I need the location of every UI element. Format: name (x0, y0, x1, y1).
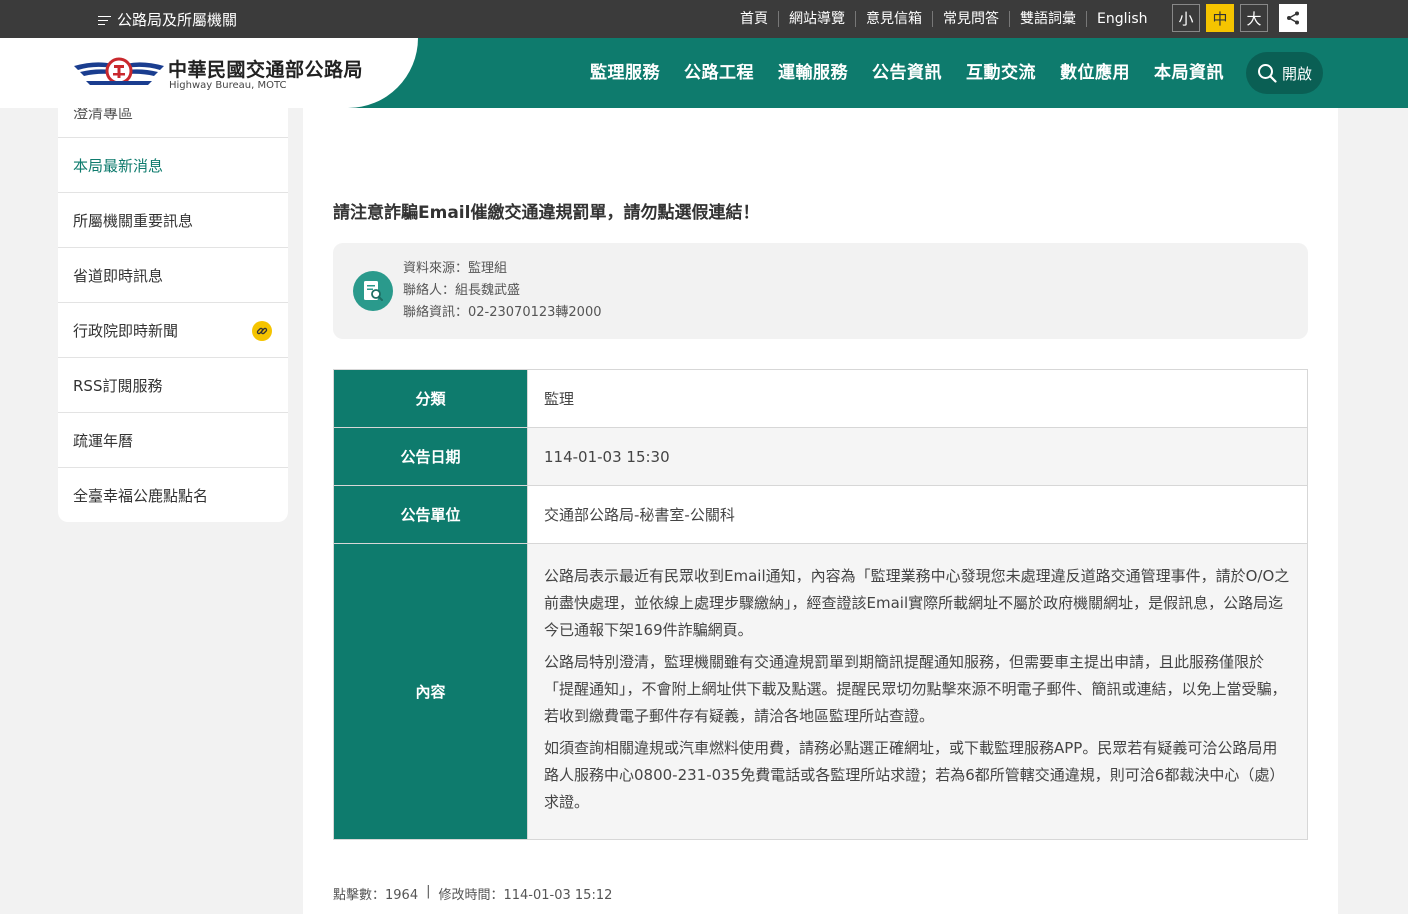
table-row: 內容 公路局表示最近有民眾收到Email通知，內容為「監理業務中心發現您未處理違… (333, 543, 1308, 840)
sitemap-link[interactable]: 網站導覽 (779, 11, 856, 27)
share-button[interactable] (1279, 4, 1307, 32)
content-header: 內容 (333, 543, 528, 840)
font-size-large-button[interactable]: 大 (1240, 4, 1268, 32)
sidebar-item-label: 澄清專區 (73, 108, 134, 122)
table-row: 分類 監理 (333, 369, 1308, 428)
modified-time: 修改時間：114-01-03 15:12 (438, 888, 613, 903)
unit-value: 交通部公路局-秘書室-公關科 (527, 485, 1308, 544)
agency-menu-label: 公路局及所屬機關 (117, 11, 238, 29)
share-icon (1287, 11, 1299, 25)
meta-separator: | (426, 884, 431, 899)
category-value: 監理 (527, 369, 1308, 428)
sidebar-item-label: 全臺幸福公鹿點點名 (73, 487, 209, 505)
search-icon (1257, 64, 1277, 83)
content-paragraph: 公路局特別澄清，監理機關雖有交通違規罰單到期簡訊提醒通知服務，但需要車主提出申請… (544, 652, 1287, 725)
table-row: 公告日期 114-01-03 15:30 (333, 427, 1308, 486)
info-source: 資料來源：監理組 (403, 261, 508, 276)
unit-header: 公告單位 (333, 485, 528, 544)
main-navigation: 監理服務 公路工程 運輸服務 公告資訊 互動交流 數位應用 本局資訊 (578, 38, 1236, 108)
utility-links: 首頁 網站導覽 意見信箱 常見問答 雙語詞彙 English (730, 0, 1158, 38)
info-contact: 聯絡人：組長魏武盛 (403, 283, 521, 298)
nav-digital-apps[interactable]: 數位應用 (1048, 38, 1142, 108)
sidebar-item-transport-calendar[interactable]: 疏運年曆 (58, 413, 288, 468)
content-value: 公路局表示最近有民眾收到Email通知，內容為「監理業務中心發現您未處理違反道路… (527, 543, 1308, 840)
font-size-medium-button[interactable]: 中 (1206, 4, 1234, 32)
nav-transport-services[interactable]: 運輸服務 (766, 38, 860, 108)
source-info-box: 資料來源：監理組 聯絡人：組長魏武盛 聯絡資訊：02-23070123轉2000 (333, 243, 1308, 339)
glossary-link[interactable]: 雙語詞彙 (1010, 11, 1087, 27)
feedback-link[interactable]: 意見信箱 (856, 11, 933, 27)
article-title: 請注意詐騙Email催繳交通違規罰單，請勿點選假連結！ (333, 203, 760, 223)
menu-icon (98, 15, 111, 25)
home-link[interactable]: 首頁 (730, 11, 779, 27)
site-logo-chinese: 中華民國交通部公路局 (168, 59, 364, 81)
site-header: 中華民國交通部公路局 Highway Bureau, MOTC 監理服務 公路工… (0, 38, 1408, 108)
nav-bureau-info[interactable]: 本局資訊 (1142, 38, 1236, 108)
sidebar-item-label: RSS訂閱服務 (73, 376, 163, 395)
main-content: 請注意詐騙Email催繳交通違規罰單，請勿點選假連結！ 資料來源：監理組 聯絡人… (303, 108, 1338, 914)
sidebar-item-affiliated-news[interactable]: 所屬機關重要訊息 (58, 193, 288, 248)
sidebar-item-label: 省道即時訊息 (73, 266, 164, 285)
document-search-icon (353, 271, 393, 311)
sidebar-item-label: 行政院即時新聞 (73, 321, 179, 340)
top-utility-bar: 公路局及所屬機關 首頁 網站導覽 意見信箱 常見問答 雙語詞彙 English … (0, 0, 1408, 38)
content-paragraph: 公路局表示最近有民眾收到Email通知，內容為「監理業務中心發現您未處理違反道路… (544, 566, 1290, 639)
sidebar-item-executive-yuan-news[interactable]: 行政院即時新聞 (58, 303, 288, 358)
nav-highway-engineering[interactable]: 公路工程 (672, 38, 766, 108)
sidebar-item-clarification[interactable]: 澄清專區 (58, 108, 288, 138)
announcement-detail-table: 分類 監理 公告日期 114-01-03 15:30 公告單位 交通部公路局-秘… (333, 369, 1308, 840)
nav-interaction[interactable]: 互動交流 (954, 38, 1048, 108)
sidebar-menu: 澄清專區 本局最新消息 所屬機關重要訊息 省道即時訊息 行政院即時新聞 RSS訂… (58, 108, 288, 522)
category-header: 分類 (333, 369, 528, 428)
sidebar-item-provincial-road-info[interactable]: 省道即時訊息 (58, 248, 288, 303)
sidebar-item-rss[interactable]: RSS訂閱服務 (58, 358, 288, 413)
english-link[interactable]: English (1087, 11, 1158, 27)
search-open-label: 開啟 (1281, 64, 1312, 83)
search-open-button[interactable]: 開啟 (1246, 52, 1323, 94)
sidebar-item-label: 所屬機關重要訊息 (73, 211, 194, 230)
external-link-icon (252, 321, 272, 341)
sidebar-item-label: 本局最新消息 (73, 156, 164, 175)
sidebar-item-happy-deer[interactable]: 全臺幸福公鹿點點名 (58, 468, 288, 522)
nav-supervision-services[interactable]: 監理服務 (578, 38, 672, 108)
table-row: 公告單位 交通部公路局-秘書室-公關科 (333, 485, 1308, 544)
sidebar-item-label: 疏運年曆 (73, 431, 134, 450)
agency-menu-button[interactable]: 公路局及所屬機關 (98, 9, 237, 30)
content-paragraph: 如須查詢相關違規或汽車燃料使用費，請務必點選正確網址，或下載監理服務APP。民眾… (544, 738, 1285, 811)
article-meta: 點擊數：1964 | 修改時間：114-01-03 15:12 (333, 884, 612, 903)
sidebar-item-latest-news[interactable]: 本局最新消息 (58, 138, 288, 193)
click-count: 點擊數：1964 (333, 888, 419, 903)
faq-link[interactable]: 常見問答 (933, 11, 1010, 27)
info-contact-details: 聯絡資訊：02-23070123轉2000 (403, 305, 602, 320)
site-logo[interactable]: 中華民國交通部公路局 Highway Bureau, MOTC (0, 38, 418, 108)
font-size-small-button[interactable]: 小 (1172, 4, 1200, 32)
date-header: 公告日期 (333, 427, 528, 486)
highway-bureau-emblem-icon (74, 57, 164, 85)
site-logo-english: Highway Bureau, MOTC (169, 80, 287, 91)
date-value: 114-01-03 15:30 (527, 427, 1308, 486)
nav-announcements[interactable]: 公告資訊 (860, 38, 954, 108)
